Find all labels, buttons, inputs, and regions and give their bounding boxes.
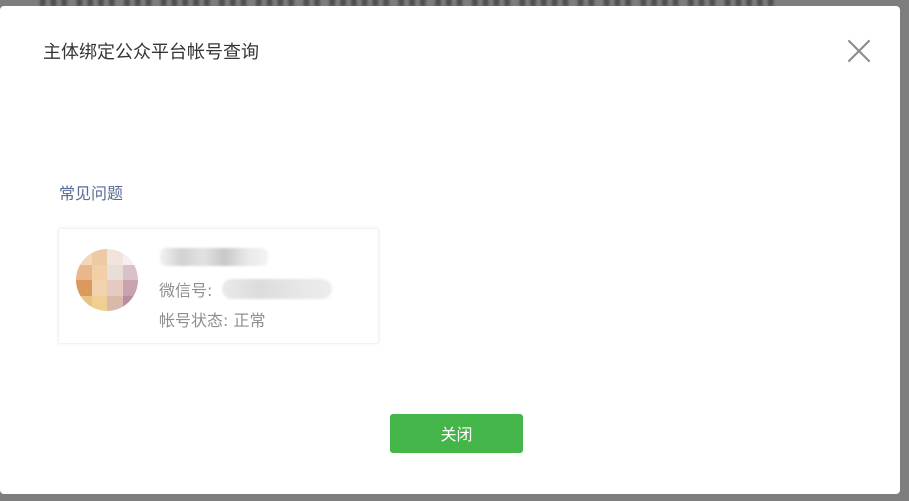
query-dialog: 主体绑定公众平台帐号查询 常见问题 微信号: 帐号状态: 正常 关闭	[0, 6, 900, 494]
wechat-id-label: 微信号:	[159, 281, 213, 300]
account-card[interactable]: 微信号: 帐号状态: 正常	[58, 228, 379, 344]
close-icon[interactable]	[846, 38, 872, 64]
account-status-label: 帐号状态:	[159, 311, 229, 330]
account-name-redacted	[160, 248, 268, 266]
faq-link[interactable]: 常见问题	[59, 180, 123, 204]
account-status-value: 正常	[233, 311, 266, 330]
account-status: 帐号状态: 正常	[159, 307, 266, 331]
wechat-id-redacted	[222, 279, 332, 299]
close-button[interactable]: 关闭	[390, 414, 523, 453]
dialog-title: 主体绑定公众平台帐号查询	[43, 42, 259, 63]
avatar	[76, 249, 138, 311]
